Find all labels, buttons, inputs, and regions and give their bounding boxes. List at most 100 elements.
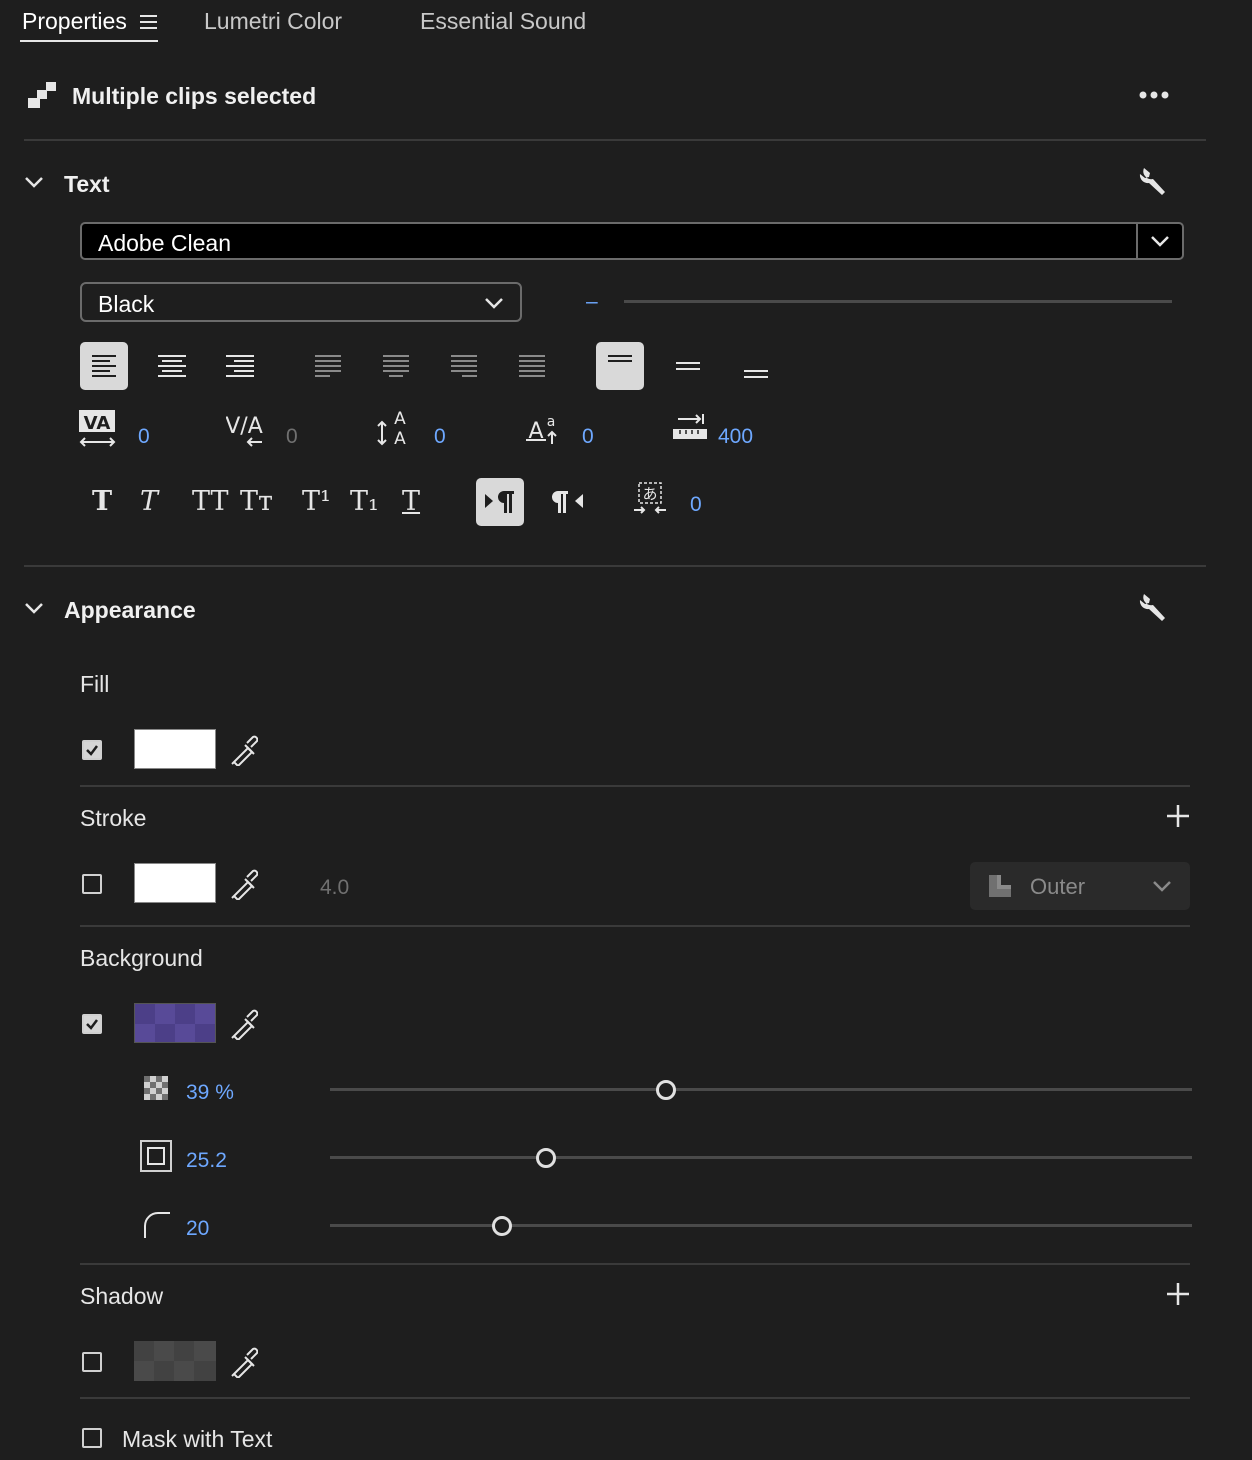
tab-essential-sound[interactable]: Essential Sound [420,8,586,35]
justify-center-button[interactable] [372,342,420,390]
eyedropper-icon[interactable] [228,1008,259,1042]
chevron-down-icon [1152,879,1172,893]
align-bottom-button[interactable] [732,342,780,390]
fill-checkbox[interactable] [82,740,102,760]
divider [80,925,1190,927]
divider [80,1397,1190,1399]
kerning-icon: VA [78,408,118,448]
stroke-position-value: Outer [1030,874,1086,899]
active-tab-indicator [20,40,158,42]
more-options-icon[interactable] [1138,88,1172,100]
mask-with-text-checkbox[interactable] [82,1428,102,1448]
stroke-checkbox[interactable] [82,874,102,894]
tab-lumetri-color[interactable]: Lumetri Color [204,8,342,35]
underline-button[interactable]: T [402,486,420,517]
subscript-button[interactable]: T₁ [350,486,379,517]
corner-radius-slider[interactable] [330,1224,1192,1227]
background-size-value[interactable]: 25.2 [186,1149,227,1173]
svg-text:a: a [547,414,556,430]
baseline-shift-icon: Aa [524,408,564,448]
kerning-value[interactable]: 0 [138,425,150,449]
opacity-slider-knob[interactable] [656,1080,677,1100]
eyedropper-icon[interactable] [228,868,259,902]
font-family-value: Adobe Clean [98,230,231,256]
svg-text:A: A [394,429,406,448]
opacity-checker-icon [144,1076,168,1100]
tracking-value[interactable]: 0 [286,425,298,449]
stroke-label: Stroke [80,805,147,831]
ltr-direction-button[interactable] [476,478,524,526]
chevron-down-icon[interactable] [1150,234,1170,248]
superscript-button[interactable]: T¹ [302,486,331,517]
svg-text:あ: あ [642,485,657,503]
small-caps-button[interactable]: Tт [240,486,273,517]
tab-properties[interactable]: Properties [22,8,127,35]
align-top-button[interactable] [596,342,644,390]
wrench-icon[interactable] [1138,166,1170,198]
opacity-slider[interactable] [330,1088,1192,1091]
svg-text:A: A [394,409,406,429]
divider [24,565,1206,567]
font-style-dropdown[interactable]: Black [80,282,522,322]
divider [80,1263,1190,1265]
chevron-down-icon [484,296,504,310]
shadow-checkbox[interactable] [82,1352,102,1372]
justify-left-button[interactable] [304,342,352,390]
font-family-dropdown[interactable]: Adobe Clean [80,222,1184,260]
corner-radius-icon [142,1210,172,1240]
rtl-direction-button[interactable] [544,478,592,526]
align-right-button[interactable] [216,342,264,390]
tsume-icon: あ [632,480,668,516]
tab-width-value[interactable]: 400 [718,425,753,449]
dropdown-separator [1136,224,1138,258]
faux-bold-button[interactable]: T [92,486,112,517]
appearance-section-title: Appearance [64,597,196,623]
tsume-value[interactable]: 0 [690,493,702,517]
font-size-slider[interactable] [624,300,1172,303]
align-left-button[interactable] [80,342,128,390]
font-style-value: Black [98,291,155,317]
tracking-icon: V/A [225,408,266,448]
panel-menu-icon[interactable] [140,14,158,30]
justify-right-button[interactable] [440,342,488,390]
tab-width-icon [672,414,708,442]
divider [80,785,1190,787]
opacity-value[interactable]: 39 % [186,1081,234,1105]
background-checkbox[interactable] [82,1014,102,1034]
all-caps-button[interactable]: TT [192,486,229,517]
stroke-width-value[interactable]: 4.0 [320,876,349,900]
add-shadow-icon[interactable] [1166,1282,1190,1306]
chevron-down-icon[interactable] [24,174,44,190]
background-size-icon [140,1140,172,1172]
background-label: Background [80,945,203,971]
stroke-position-dropdown[interactable]: Outer [970,862,1190,910]
mask-with-text-label: Mask with Text [122,1426,273,1452]
stroke-color-swatch[interactable] [134,863,216,903]
fill-label: Fill [80,671,110,697]
align-middle-button[interactable] [664,342,712,390]
chevron-down-icon[interactable] [24,600,44,616]
wrench-icon[interactable] [1138,592,1170,624]
background-size-slider[interactable] [330,1156,1192,1159]
baseline-shift-value[interactable]: 0 [582,425,594,449]
fill-color-swatch[interactable] [134,729,216,769]
background-color-swatch[interactable] [134,1003,216,1043]
corner-radius-slider-knob[interactable] [492,1216,513,1236]
justify-all-button[interactable] [508,342,556,390]
background-size-slider-knob[interactable] [535,1148,556,1168]
svg-text:V/A: V/A [226,414,263,439]
shadow-color-swatch[interactable] [134,1341,216,1381]
svg-text:VA: VA [84,413,111,434]
divider [24,139,1206,141]
add-stroke-icon[interactable] [1166,804,1190,828]
font-size-value[interactable]: – [586,290,598,314]
faux-italic-button[interactable]: T [140,486,158,517]
eyedropper-icon[interactable] [228,734,259,768]
align-center-button[interactable] [148,342,196,390]
corner-radius-value[interactable]: 20 [186,1217,209,1241]
leading-value[interactable]: 0 [434,425,446,449]
eyedropper-icon[interactable] [228,1346,259,1380]
stroke-position-icon [988,874,1012,898]
shadow-label: Shadow [80,1283,164,1309]
text-section-title: Text [64,171,110,197]
